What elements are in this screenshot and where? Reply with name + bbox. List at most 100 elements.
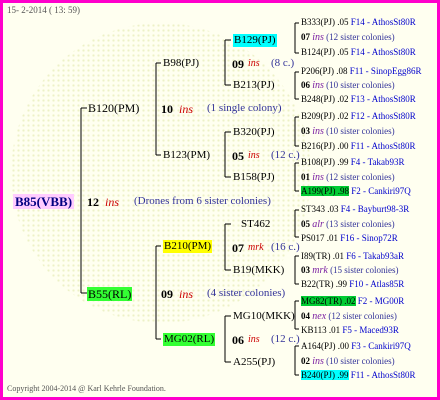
g2-a-queen[interactable]: B98(PJ)	[163, 58, 199, 69]
g4-sister-row: 07 ins (12 sister colonies)	[301, 33, 395, 43]
g4-row[interactable]: B22(TR) .99 F10 - Atlas85R	[301, 280, 404, 289]
g4-row[interactable]: PS017 .01 F16 - Sinop72R	[301, 234, 398, 243]
g4-row[interactable]: B216(PJ) .00 F11 - AthosSt80R	[301, 142, 415, 151]
g4-note: (15 sister colonies)	[330, 265, 399, 275]
g1-bot-queen[interactable]: B55(RL)	[87, 287, 133, 301]
g2-c-ins: mrk	[248, 242, 264, 253]
g4-name: PS017	[301, 233, 325, 243]
g4-row[interactable]: A164(PJ) .00 F3 - Cankiri97Q	[301, 342, 411, 351]
g2-d-generation: 06	[232, 333, 244, 347]
g4-source: F6 - Takab93aR	[346, 251, 404, 261]
g4-row[interactable]: I89(TR) .01 F6 - Takab93aR	[301, 252, 404, 261]
g4-row[interactable]: P206(PJ) .08 F11 - SinopEgg86R	[301, 67, 421, 76]
g4-ins: ins	[312, 172, 324, 183]
g2-b-queen[interactable]: B123(PM)	[163, 150, 210, 161]
g4-note: (12 sister colonies)	[326, 172, 395, 182]
g2-a-note: (8 c.)	[271, 57, 295, 69]
g3-b1-queen[interactable]: B320(PJ)	[233, 127, 275, 138]
g4-ins: ins	[312, 356, 324, 367]
g4-name: MG82(TR)	[301, 296, 342, 306]
g4-value: .00	[337, 341, 350, 351]
g4-name: B209(PJ)	[301, 111, 336, 121]
g4-sister-row: 06 ins (10 sister colonies)	[301, 81, 395, 91]
g3-b2-queen[interactable]: B158(PJ)	[233, 172, 275, 183]
g4-value: .02	[344, 296, 356, 306]
g2-c-queen[interactable]: B210(PM)	[163, 240, 213, 253]
g4-value: .00	[337, 141, 349, 151]
g4-name: B216(PJ)	[301, 141, 336, 151]
g4-name: KB113	[301, 325, 327, 335]
g4-source: F11 - AthosSt80R	[350, 370, 416, 380]
g4-sister-row: 03 mrk (15 sister colonies)	[301, 266, 399, 276]
g4-value: .98	[337, 186, 350, 196]
g4-row[interactable]: MG82(TR) .02 F2 - MG00R	[301, 296, 405, 306]
g3-a1-queen[interactable]: B129(PJ)	[233, 34, 277, 47]
g4-value: .99	[337, 157, 349, 167]
g4-source: F2 - MG00R	[357, 296, 405, 306]
g4-source: F4 - Bayburt98-3R	[340, 204, 410, 214]
g4-name: B22(TR)	[301, 279, 334, 289]
g4-name: A164(PJ)	[301, 341, 336, 351]
g2-c-generation: 07	[232, 241, 244, 255]
g4-note: (13 sister colonies)	[326, 219, 395, 229]
g1-top-generation: 10	[161, 102, 173, 116]
g4-source: F5 - Maced93R	[342, 325, 399, 335]
g4-name: I89(TR)	[301, 251, 331, 261]
g3-c2-queen[interactable]: B19(MKK)	[233, 265, 284, 276]
g4-source: F14 - AthosSt80R	[350, 17, 416, 27]
pedigree-frame: 15- 2-2014 ( 13: 59) B85(VBB) 12 ins (Dr…	[0, 0, 440, 400]
g4-name: P206(PJ)	[301, 66, 335, 76]
root-generation: 12	[87, 195, 99, 209]
g4-name: B124(PJ)	[301, 47, 336, 57]
g4-ins: alr	[312, 219, 324, 230]
g3-d2-queen[interactable]: A255(PJ)	[233, 357, 275, 368]
g4-generation: 03	[301, 265, 310, 275]
g4-row[interactable]: A199(PJ) .98 F2 - Cankiri97Q	[301, 186, 411, 196]
g4-name: ST343	[301, 204, 326, 214]
g4-name: B240(PJ)	[301, 370, 336, 380]
g4-generation: 02	[301, 356, 310, 366]
g3-c1-queen[interactable]: ST462	[241, 219, 270, 230]
g4-value: .99	[337, 370, 349, 380]
g4-row[interactable]: B209(PJ) .02 F12 - AthosSt80R	[301, 112, 416, 121]
copyright-footer: Copyright 2004-2014 @ Karl Kehrle Founda…	[7, 384, 166, 393]
g4-sister-row: 03 ins (10 sister colonies)	[301, 127, 395, 137]
g4-ins: ins	[312, 80, 324, 91]
g4-sister-row: 01 ins (12 sister colonies)	[301, 173, 395, 183]
g4-generation: 05	[301, 219, 310, 229]
g1-bot-ins: ins	[179, 287, 194, 301]
g4-generation: 03	[301, 126, 310, 136]
g4-row[interactable]: B333(PJ) .05 F14 - AthosSt80R	[301, 18, 416, 27]
g4-value: .01	[328, 325, 341, 335]
g4-name: B248(PJ)	[301, 94, 336, 104]
g4-source: F11 - AthosSt80R	[350, 141, 416, 151]
root-queen[interactable]: B85(VBB)	[13, 194, 75, 209]
g2-d-queen[interactable]: MG02(RL)	[163, 333, 216, 346]
g4-source: F16 - Sinop72R	[340, 233, 398, 243]
g1-bot-note: (4 sister colonies)	[207, 287, 286, 299]
g4-row[interactable]: KB113 .01 F5 - Maced93R	[301, 326, 399, 335]
g4-row[interactable]: B248(PJ) .02 F13 - AthosSt80R	[301, 95, 416, 104]
g4-source: F2 - Cankiri97Q	[351, 186, 411, 196]
g3-a2-queen[interactable]: B213(PJ)	[233, 80, 275, 91]
g1-top-note: (1 single colony)	[207, 102, 282, 114]
g4-note: (10 sister colonies)	[326, 126, 395, 136]
g2-a-generation: 09	[232, 57, 244, 71]
g4-source: F10 - Atlas85R	[349, 279, 405, 289]
g4-value: .02	[337, 94, 349, 104]
g4-row[interactable]: B124(PJ) .05 F14 - AthosSt80R	[301, 48, 416, 57]
g4-ins: ins	[312, 32, 324, 43]
g4-value: .99	[335, 279, 347, 289]
g4-source: F14 - AthosSt80R	[350, 47, 416, 57]
g4-note: (10 sister colonies)	[326, 80, 395, 90]
g4-value: .05	[337, 17, 349, 27]
g4-generation: 04	[301, 311, 310, 321]
g2-c-note: (16 c.)	[271, 241, 300, 253]
g4-source: F13 - AthosSt80R	[350, 94, 416, 104]
g3-d1-queen[interactable]: MG10(MKK)	[233, 311, 295, 322]
g4-row[interactable]: ST343 .03 F4 - Bayburt98-3R	[301, 205, 409, 214]
g4-row[interactable]: B108(PJ) .99 F4 - Takab93R	[301, 158, 404, 167]
g1-top-queen[interactable]: B120(PM)	[88, 102, 139, 114]
g4-ins: mrk	[312, 265, 328, 276]
g4-row[interactable]: B240(PJ) .99 F11 - AthosSt80R	[301, 370, 416, 380]
